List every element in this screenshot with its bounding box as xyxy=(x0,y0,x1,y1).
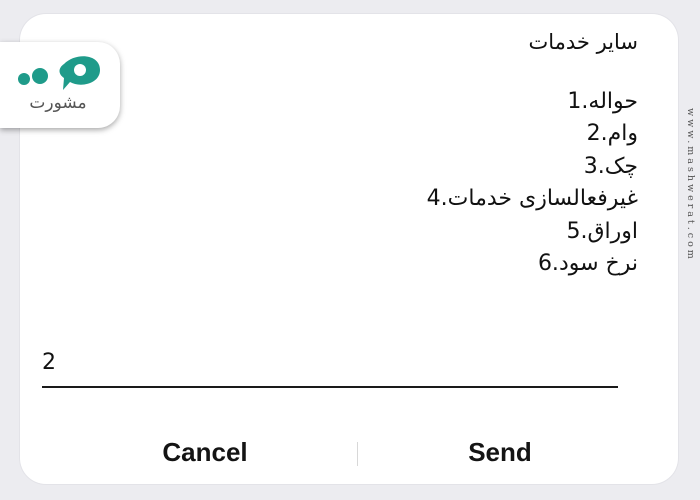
brand-logo: مشورت xyxy=(18,56,100,113)
menu-item: 3.چک xyxy=(583,153,638,179)
menu-item: 4.غیرفعالسازی خدمات xyxy=(426,186,638,212)
send-button[interactable]: Send xyxy=(440,428,560,476)
reply-field xyxy=(42,338,618,388)
svg-text:www.mashwerat.com: www.mashwerat.com xyxy=(685,108,695,262)
input-underline xyxy=(42,386,618,388)
menu-item: 5.اوراق xyxy=(566,218,638,244)
menu-item: 2.وام xyxy=(586,121,638,147)
cancel-button[interactable]: Cancel xyxy=(140,428,270,476)
dialog-title: ساير خدمات xyxy=(528,30,638,54)
brand-logo-card: مشورت xyxy=(0,42,120,128)
menu-item: 1.حواله xyxy=(567,89,638,114)
menu-list: 1.حواله 2.وام 3.چک 4.غیرفعالسازی خدمات 5… xyxy=(427,86,638,280)
logo-wordmark: مشورت xyxy=(29,93,86,113)
button-divider xyxy=(357,442,358,466)
site-watermark: www.mashwerat.com xyxy=(685,108,695,262)
reply-input[interactable] xyxy=(42,338,618,386)
menu-item: 6.نرخ سود xyxy=(537,250,638,276)
